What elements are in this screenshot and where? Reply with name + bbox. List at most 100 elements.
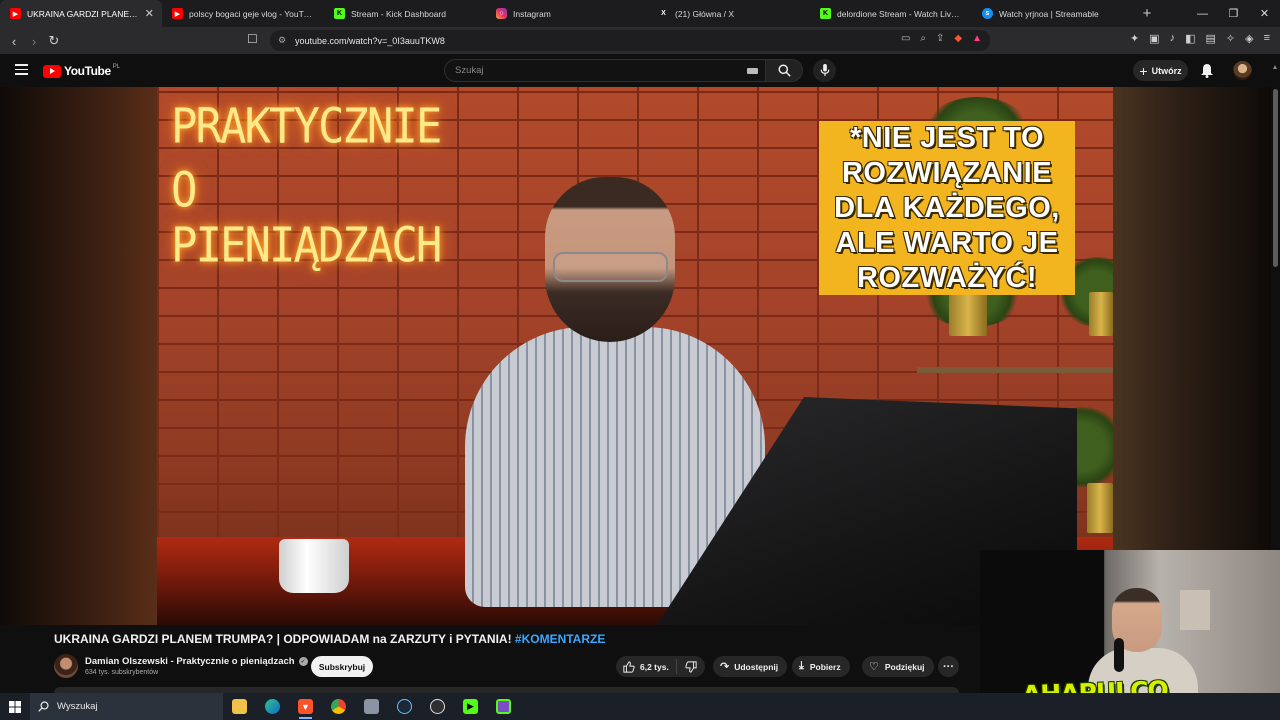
forward-icon[interactable]: › (24, 31, 44, 51)
tab-title: polscy bogaci geje vlog - YouTube (189, 8, 316, 19)
leo-icon[interactable]: ✧ (1226, 32, 1235, 45)
tab-instagram[interactable]: ○ Instagram (486, 0, 648, 27)
file-explorer-icon[interactable] (223, 693, 256, 720)
tab-youtube-video[interactable]: ▶ UKRAINA GARDZI PLANEM TRUMPA? | ODPOWI… (0, 0, 162, 27)
sidebar-icon[interactable]: ◧ (1185, 32, 1195, 45)
vpn-icon[interactable]: ◈ (1245, 32, 1253, 45)
back-icon[interactable]: ‹ (4, 31, 24, 51)
create-label: Utwórz (1151, 65, 1182, 76)
share-icon[interactable]: ⇪ (936, 33, 944, 44)
neon-sign-line-1: PRAKTYCZNIE O (171, 98, 442, 219)
site-info-icon[interactable]: ⚙ (278, 35, 286, 46)
tab-title: Watch yrjnoa | Streamable (999, 8, 1099, 19)
close-tab-icon[interactable]: ✕ (145, 7, 154, 20)
neon-sign: PRAKTYCZNIE O PIENIĄDZACH (171, 99, 456, 274)
wallet-icon[interactable]: ▤ (1205, 32, 1215, 45)
start-button[interactable] (0, 693, 30, 720)
scrollbar-thumb[interactable] (1273, 89, 1278, 267)
video-title: UKRAINA GARDZI PLANEM TRUMPA? | ODPOWIAD… (54, 632, 605, 646)
channel-avatar[interactable] (54, 654, 78, 678)
youtube-icon: ▶ (172, 8, 183, 19)
voice-search-button[interactable] (813, 59, 836, 82)
zoom-icon[interactable]: ⌕ (920, 33, 926, 44)
like-button[interactable]: 6,2 tys. (616, 659, 677, 674)
download-button[interactable]: ⤓ Pobierz (792, 656, 850, 677)
windows-icon (9, 700, 21, 713)
more-icon: ··· (943, 660, 954, 673)
bookmark-icon[interactable]: ☐ (247, 32, 258, 46)
restore-icon[interactable]: ❐ (1218, 0, 1249, 27)
puzzle-icon[interactable]: ✦ (1130, 32, 1139, 45)
kick-icon[interactable]: ▶ (454, 693, 487, 720)
obs-icon[interactable] (421, 693, 454, 720)
region-code: PL (112, 64, 121, 70)
pot-image (1089, 292, 1113, 336)
reader-icon[interactable]: ▣ (1149, 32, 1159, 45)
taskbar: Wyszukaj ▼ ▶ (0, 693, 1280, 720)
channel-name[interactable]: Damian Olszewski - Praktycznie o pieniąd… (85, 656, 308, 667)
keyboard-icon[interactable] (747, 68, 758, 74)
like-dislike-group: 6,2 tys. (616, 656, 705, 677)
tab-kick-live[interactable]: K delordione Stream - Watch Live on Kick (810, 0, 972, 27)
callout-text: *NIE JEST TO ROZWIĄZANIE DLA KAŻDEGO, AL… (834, 121, 1060, 294)
taskbar-search-input[interactable]: Wyszukaj (30, 693, 223, 720)
like-count: 6,2 tys. (640, 661, 669, 672)
thanks-button[interactable]: ♡ Podziękuj (862, 656, 934, 677)
verified-icon: ✓ (298, 657, 308, 666)
tab-title: UKRAINA GARDZI PLANEM TRUMPA? | ODPOWIAD… (27, 8, 139, 19)
tab-streamable[interactable]: s Watch yrjnoa | Streamable (972, 0, 1134, 27)
kick-icon: K (820, 8, 831, 19)
subscribe-button[interactable]: Subskrybuj (311, 656, 373, 677)
music-icon[interactable]: ♪ (1170, 32, 1176, 45)
taskbar-search-placeholder: Wyszukaj (57, 701, 98, 712)
notifications-button[interactable] (1200, 63, 1214, 83)
ambient-glow-left (0, 87, 157, 625)
account-avatar[interactable] (1233, 61, 1252, 80)
brave-rewards-icon[interactable]: ▲ (972, 33, 982, 44)
video-title-text: UKRAINA GARDZI PLANEM TRUMPA? | ODPOWIAD… (54, 632, 512, 646)
dislike-button[interactable] (677, 660, 705, 673)
steam-icon[interactable] (388, 693, 421, 720)
window-controls: — ❐ ✕ (1187, 0, 1280, 27)
tab-x[interactable]: X (21) Główna / X (648, 0, 810, 27)
video-player[interactable]: PRAKTYCZNIE O PIENIĄDZACH *NIE JEST TO R… (0, 87, 1271, 625)
tab-title: delordione Stream - Watch Live on Kick (837, 8, 964, 19)
tab-title: (21) Główna / X (675, 8, 735, 19)
chrome-icon[interactable] (322, 693, 355, 720)
more-actions-button[interactable]: ··· (938, 656, 959, 677)
video-frame[interactable]: PRAKTYCZNIE O PIENIĄDZACH *NIE JEST TO R… (157, 87, 1113, 625)
search-input[interactable]: Szukaj (444, 59, 766, 82)
share-button[interactable]: ↷ Udostępnij (713, 656, 788, 677)
address-bar[interactable]: ⚙ youtube.com/watch?v=_0I3auuTKW8 ▭ ⌕ ⇪ … (270, 30, 990, 51)
x-icon: X (661, 10, 666, 17)
menu-icon[interactable]: ≡ (1264, 32, 1270, 45)
search-button[interactable] (766, 59, 803, 82)
app-icon[interactable] (355, 693, 388, 720)
app-icon-2[interactable] (487, 693, 520, 720)
download-label: Pobierz (809, 661, 841, 672)
minimize-icon[interactable]: — (1187, 0, 1218, 27)
brave-icon[interactable]: ▼ (289, 693, 322, 720)
brave-shield-icon[interactable]: ◆ (954, 33, 962, 44)
youtube-logo[interactable]: YouTube PL (43, 64, 120, 78)
thumbs-down-icon (685, 660, 697, 673)
kick-icon: K (334, 8, 345, 19)
share-arrow-icon: ↷ (720, 661, 730, 673)
create-button[interactable]: + Utwórz (1133, 60, 1188, 81)
tab-youtube-vlog[interactable]: ▶ polscy bogaci geje vlog - YouTube (162, 0, 324, 27)
search-placeholder: Szukaj (455, 65, 484, 76)
new-tab-button[interactable]: + (1134, 5, 1160, 22)
hamburger-menu-icon[interactable] (15, 64, 28, 75)
cast-icon[interactable]: ▭ (901, 33, 910, 44)
close-window-icon[interactable]: ✕ (1249, 0, 1280, 27)
thumbs-up-icon (623, 660, 635, 673)
edge-icon[interactable] (256, 693, 289, 720)
video-hashtag[interactable]: #KOMENTARZE (515, 632, 605, 646)
reload-icon[interactable]: ↻ (44, 31, 64, 51)
tab-kick-dashboard[interactable]: K Stream - Kick Dashboard (324, 0, 486, 27)
browser-toolbar: ‹ › ↻ ☐ ⚙ youtube.com/watch?v=_0I3auuTKW… (0, 27, 1280, 54)
bell-icon (1201, 64, 1213, 78)
youtube-icon: ▶ (10, 8, 21, 19)
mug-image (279, 539, 349, 593)
scroll-up-icon[interactable] (1273, 65, 1277, 69)
